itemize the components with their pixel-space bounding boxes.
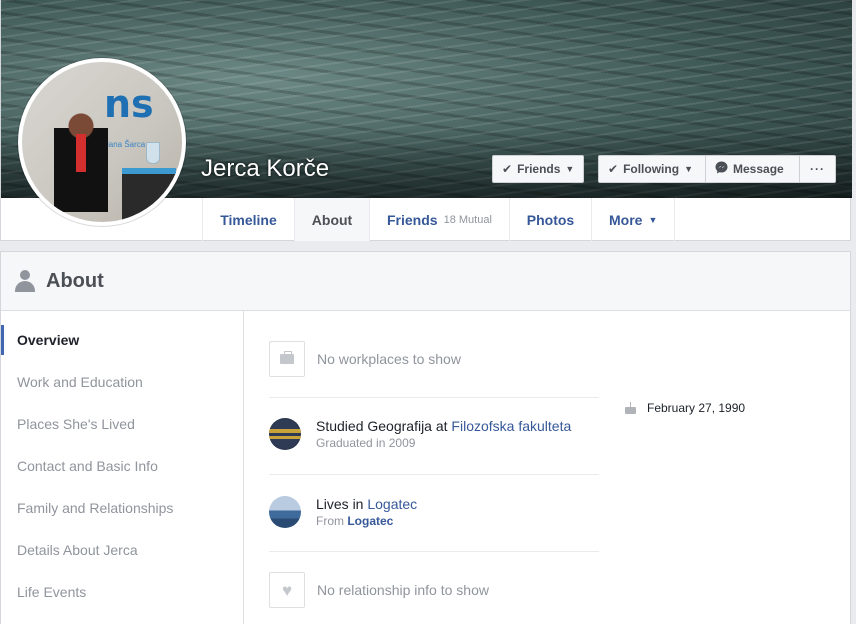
- profile-name[interactable]: Jerca Korče: [201, 155, 329, 183]
- lives-prefix: Lives in: [316, 496, 364, 512]
- profile-tabs: Timeline About Friends 18 Mutual Photos …: [202, 198, 675, 241]
- school-avatar[interactable]: [269, 418, 301, 450]
- overview-education-row: Studied Geografija at Filozofska fakulte…: [269, 417, 599, 451]
- about-body: Overview Work and Education Places She's…: [1, 311, 850, 624]
- ellipsis-icon: ···: [810, 162, 825, 176]
- profile-header: ns iana Šarca Jerca Korče ✔ Friends ▼ ✔ …: [0, 0, 852, 241]
- about-nav-work-education[interactable]: Work and Education: [1, 367, 244, 397]
- profile-picture[interactable]: ns iana Šarca: [18, 58, 186, 226]
- birthday-date: February 27, 1990: [647, 401, 746, 415]
- about-nav-life-events[interactable]: Life Events: [1, 577, 244, 607]
- tab-label: Photos: [526, 211, 575, 228]
- check-icon: ✔: [608, 162, 619, 176]
- profile-picture-podium-top: [122, 168, 176, 174]
- about-nav-overview[interactable]: Overview: [1, 325, 244, 355]
- caret-down-icon: ▼: [648, 214, 658, 225]
- lives-main: Lives in Logatec: [316, 495, 417, 513]
- profile-picture-podium: [122, 168, 176, 222]
- about-nav-contact-info[interactable]: Contact and Basic Info: [1, 451, 244, 481]
- about-nav-family-relationships[interactable]: Family and Relationships: [1, 493, 244, 523]
- divider: [269, 397, 599, 398]
- profile-picture-scarf: [76, 134, 86, 172]
- divider: [269, 474, 599, 475]
- education-prefix: Studied Geografija at: [316, 418, 448, 434]
- education-text: Studied Geografija at Filozofska fakulte…: [316, 417, 571, 451]
- person-icon: [14, 269, 36, 293]
- profile-picture-logo-sub: iana Šarca: [107, 140, 146, 149]
- about-header: About: [1, 252, 850, 311]
- tab-label: Friends: [387, 211, 438, 228]
- tab-more[interactable]: More ▼: [591, 198, 675, 241]
- caret-down-icon: ▼: [565, 164, 575, 174]
- following-button[interactable]: ✔ Following ▼: [598, 155, 706, 183]
- no-workplaces-text: No workplaces to show: [317, 351, 461, 367]
- city-avatar[interactable]: [269, 496, 301, 528]
- mutual-friends-count: 18 Mutual: [443, 213, 492, 226]
- briefcase-icon: [280, 351, 294, 364]
- tab-about[interactable]: About: [294, 198, 369, 241]
- cake-icon: [624, 402, 637, 414]
- friends-button-label: Friends: [517, 162, 561, 176]
- no-relationship-text: No relationship info to show: [317, 582, 489, 598]
- current-city-link[interactable]: Logatec: [367, 496, 417, 512]
- about-nav-places-lived[interactable]: Places She's Lived: [1, 409, 244, 439]
- overview-relationship-row: ♥ No relationship info to show: [269, 572, 599, 608]
- education-main: Studied Geografija at Filozofska fakulte…: [316, 417, 571, 435]
- from-prefix: From: [316, 514, 344, 528]
- tab-label: More: [609, 211, 643, 228]
- profile-picture-glass: [146, 142, 160, 164]
- check-icon: ✔: [502, 162, 513, 176]
- lives-text: Lives in Logatec From Logatec: [316, 495, 417, 529]
- tab-photos[interactable]: Photos: [509, 198, 591, 241]
- about-nav: Overview Work and Education Places She's…: [1, 311, 244, 624]
- message-button-label: Message: [733, 162, 784, 176]
- tab-label: Timeline: [220, 211, 277, 228]
- overview-work-row: No workplaces to show: [269, 341, 599, 377]
- divider: [269, 551, 599, 552]
- profile-picture-image: ns iana Šarca: [22, 62, 182, 222]
- tab-timeline[interactable]: Timeline: [202, 198, 294, 241]
- following-button-label: Following: [623, 162, 680, 176]
- hometown-text: From Logatec: [316, 513, 417, 529]
- graduation-text: Graduated in 2009: [316, 436, 416, 450]
- birthday: February 27, 1990: [624, 401, 745, 415]
- messenger-icon: [715, 161, 728, 177]
- briefcase-icon-box: [269, 341, 305, 377]
- about-section: About Overview Work and Education Places…: [0, 251, 851, 624]
- heart-icon-box: ♥: [269, 572, 305, 608]
- overview-lives-row: Lives in Logatec From Logatec: [269, 495, 599, 529]
- caret-down-icon: ▼: [684, 164, 693, 174]
- tab-label: About: [311, 211, 353, 228]
- tab-friends[interactable]: Friends 18 Mutual: [369, 198, 509, 241]
- heart-icon: ♥: [281, 580, 293, 600]
- message-button[interactable]: Message: [706, 155, 800, 183]
- about-nav-details[interactable]: Details About Jerca: [1, 535, 244, 565]
- about-title: About: [46, 269, 104, 292]
- friends-button[interactable]: ✔ Friends ▼: [492, 155, 584, 183]
- hometown-link[interactable]: Logatec: [347, 514, 393, 528]
- school-link[interactable]: Filozofska fakulteta: [451, 418, 571, 434]
- more-options-button[interactable]: ···: [800, 155, 836, 183]
